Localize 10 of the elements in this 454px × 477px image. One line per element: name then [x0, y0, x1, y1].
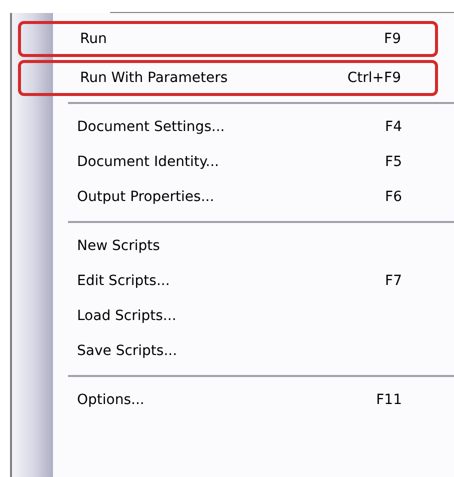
menu-item[interactable]: New Scripts — [12, 229, 454, 264]
menu-item[interactable]: Document Settings... F4 — [12, 110, 454, 145]
menu-item[interactable]: Save Scripts... — [12, 334, 454, 369]
menu-item[interactable]: Run With Parameters Ctrl+F9 — [18, 60, 438, 96]
menu-item[interactable]: Document Identity... F5 — [12, 145, 454, 180]
menu-item[interactable]: Run F9 — [18, 21, 438, 57]
menu-item[interactable]: Load Scripts... — [12, 299, 454, 334]
menu-item[interactable]: Options... F11 — [12, 383, 454, 418]
menu-item[interactable]: Edit Scripts... F7 — [12, 264, 454, 299]
menu-item[interactable]: Output Properties... F6 — [12, 180, 454, 215]
